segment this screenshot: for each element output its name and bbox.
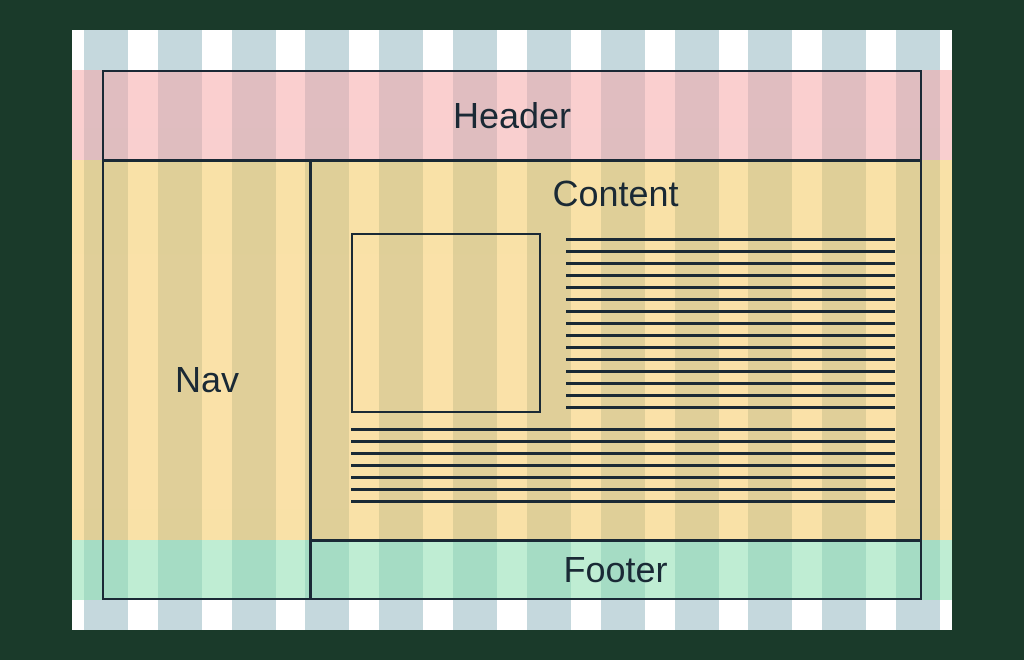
text-line: [566, 358, 895, 361]
footer-region: Footer: [309, 539, 922, 600]
text-line: [566, 238, 895, 241]
header-region: Header: [102, 70, 922, 162]
text-line: [351, 452, 895, 455]
text-line: [566, 262, 895, 265]
text-line: [566, 370, 895, 373]
layout-diagram: Header Nav Content: [72, 30, 952, 630]
text-line: [566, 274, 895, 277]
text-line: [566, 322, 895, 325]
text-line: [566, 286, 895, 289]
text-line: [351, 500, 895, 503]
text-line: [351, 440, 895, 443]
nav-region: Nav: [102, 159, 312, 600]
text-line: [566, 298, 895, 301]
text-line: [566, 310, 895, 313]
text-line: [351, 488, 895, 491]
text-line: [566, 394, 895, 397]
text-line: [351, 428, 895, 431]
footer-label: Footer: [563, 549, 667, 591]
text-line: [566, 346, 895, 349]
layout-regions: Header Nav Content: [102, 70, 922, 600]
content-body: [351, 233, 895, 520]
text-line: [566, 382, 895, 385]
text-lines-bottom: [351, 428, 895, 512]
text-line: [566, 406, 895, 409]
text-line: [351, 476, 895, 479]
text-line: [566, 334, 895, 337]
nav-label: Nav: [175, 359, 239, 401]
header-label: Header: [453, 95, 571, 137]
image-placeholder: [351, 233, 541, 413]
text-line: [351, 464, 895, 467]
content-region: Content: [309, 159, 922, 542]
text-lines-right: [566, 238, 895, 418]
content-label: Content: [311, 173, 920, 215]
text-line: [566, 250, 895, 253]
